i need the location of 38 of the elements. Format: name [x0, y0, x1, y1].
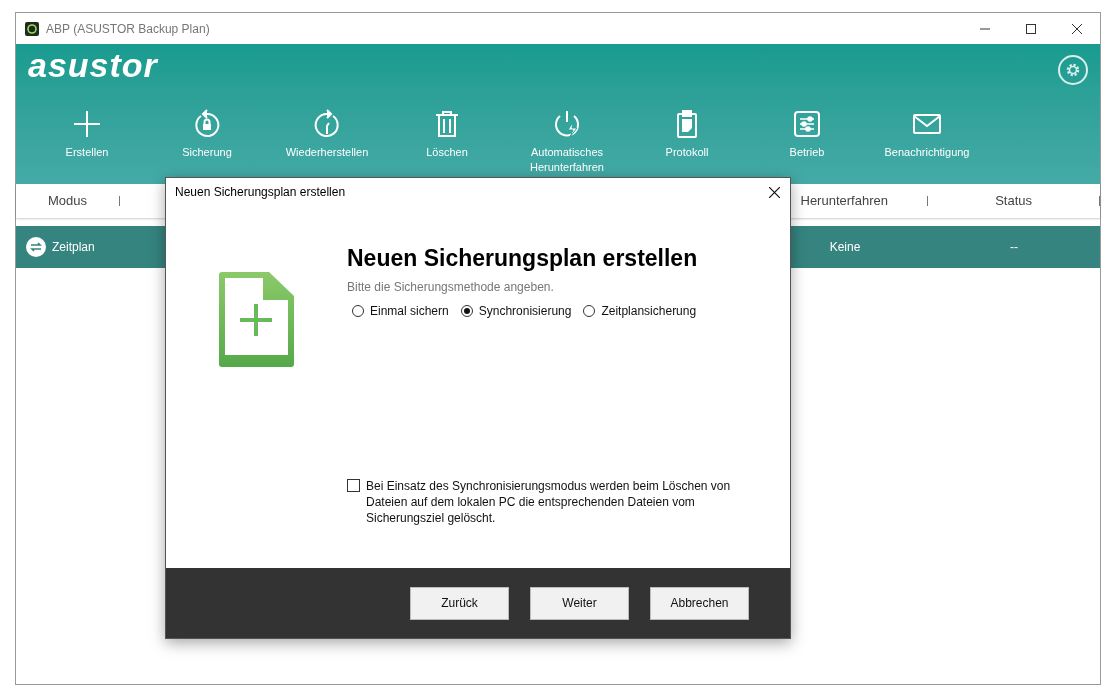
brand-logo: asustor [28, 46, 158, 84]
table-cell-text: Keine [828, 239, 862, 256]
toolbar-button[interactable]: Wiederherstellen [267, 108, 387, 172]
toolbar-button[interactable]: Erstellen [27, 108, 147, 172]
radio-option[interactable]: Zeitplansicherung [583, 302, 697, 320]
sliders-icon [791, 108, 823, 140]
app-icon [25, 21, 39, 36]
dialog-title: Neuen Sicherungsplan erstellen [175, 184, 346, 201]
toolbar-button[interactable]: Sicherung [147, 108, 267, 172]
close-button[interactable] [766, 184, 782, 200]
close-icon [768, 186, 780, 198]
checkbox[interactable] [347, 479, 360, 492]
window-title: ABP (ASUSTOR Backup Plan) [46, 20, 210, 38]
toolbar-button[interactable]: Automatisches Herunterfahren [507, 108, 627, 172]
radio-option[interactable]: Einmal sichern [352, 302, 449, 320]
toolbar-button[interactable]: Betrieb [747, 108, 867, 172]
plus-icon [71, 108, 103, 140]
column-header: Modus [46, 192, 88, 211]
radio-option[interactable]: Synchronisierung [460, 302, 572, 320]
dialog-button[interactable]: Abbrechen [650, 586, 749, 620]
close-icon [1072, 23, 1082, 34]
checkbox-label: Bei Einsatz des Synchronisierungsmodus werden beim Löschen von Dateien auf dem lokalen PC die entsprechenden Dateien vom Sicherungsziel gelöscht. [366, 478, 732, 526]
dialog-button[interactable]: Weiter [530, 586, 629, 620]
dialog-button[interactable]: Zurück [410, 586, 509, 620]
toolbar-button[interactable]: Benachrichtigung [867, 108, 987, 172]
settings-button[interactable] [1058, 55, 1088, 85]
new-document-icon [219, 272, 294, 367]
sync-icon [26, 237, 46, 257]
instruction-text: Bitte die Sicherungsmethode angeben. [347, 279, 555, 296]
settings-icon [1064, 61, 1082, 79]
toolbar-button[interactable]: Protokoll [627, 108, 747, 172]
table-cell-text: Zeitplan [52, 239, 95, 256]
dialog-heading: Neuen Sicherungsplan erstellen [347, 244, 699, 272]
column-header: Status [994, 192, 1033, 211]
table-cell-text: -- [1009, 239, 1019, 256]
maximize-icon [1026, 23, 1036, 34]
column-header: Herunterfahren [800, 192, 888, 211]
toolbar-button[interactable]: Löschen [387, 108, 507, 172]
